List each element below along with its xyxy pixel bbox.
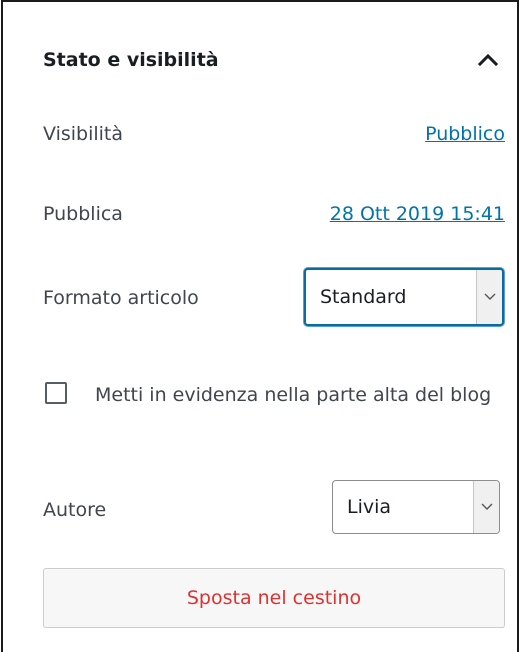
author-select[interactable]: Livia (332, 480, 500, 534)
post-format-select[interactable]: Standard (304, 268, 504, 326)
chevron-down-icon (473, 481, 499, 533)
author-label: Autore (43, 499, 107, 521)
publish-row: Pubblica 28 Ott 2019 15:41 (43, 194, 505, 234)
post-format-label: Formato articolo (43, 287, 199, 309)
author-selected-value: Livia (347, 496, 392, 518)
status-visibility-panel: Stato e visibilità Visibilità Pubblico P… (1, 0, 519, 652)
sticky-label: Metti in evidenza nella parte alta del b… (95, 384, 492, 406)
visibility-row: Visibilità Pubblico (43, 114, 505, 154)
panel-title: Stato e visibilità (43, 49, 219, 71)
publish-date-link[interactable]: 28 Ott 2019 15:41 (330, 203, 505, 225)
chevron-down-icon (476, 270, 502, 324)
visibility-label: Visibilità (43, 123, 124, 145)
sticky-option: Metti in evidenza nella parte alta del b… (43, 370, 505, 420)
chevron-up-icon[interactable] (473, 45, 503, 75)
visibility-link[interactable]: Pubblico (425, 123, 505, 145)
post-format-selected-value: Standard (320, 286, 407, 308)
publish-label: Pubblica (43, 203, 123, 225)
panel-header[interactable]: Stato e visibilità (43, 40, 503, 80)
move-to-trash-button[interactable]: Sposta nel cestino (43, 568, 505, 628)
sticky-checkbox[interactable] (45, 382, 67, 404)
